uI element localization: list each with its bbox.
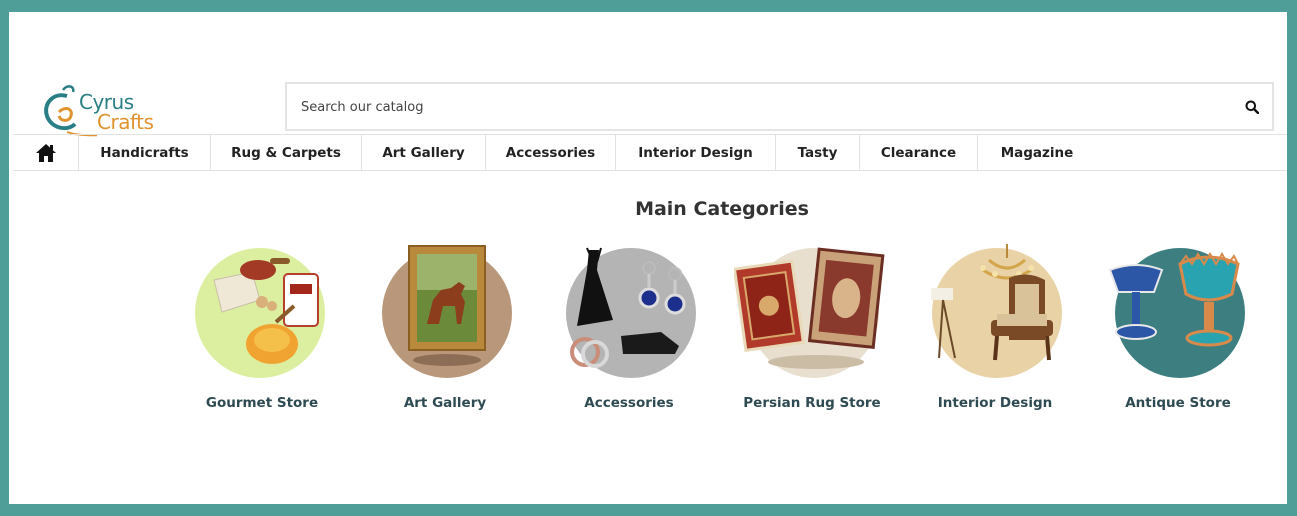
category-accessories[interactable]: Accessories [549,247,709,418]
search-button[interactable] [1242,97,1262,117]
gourmet-image [195,248,325,378]
nav-item-handicrafts[interactable]: Handicrafts [79,135,211,170]
section-title: Main Categories [635,198,809,220]
category-art-gallery[interactable]: Art Gallery [365,245,525,418]
nav-item-rug-carpets[interactable]: Rug & Carpets [211,135,362,170]
category-label: Art Gallery [403,395,487,411]
category-gourmet-store[interactable]: Gourmet Store [182,248,342,418]
brand-name: Cyrus Crafts [79,82,154,134]
search-input[interactable] [301,96,1201,118]
category-image [734,247,885,378]
art-gallery-image [382,245,512,378]
category-image [1108,248,1245,378]
antique-store-image [1108,248,1245,378]
nav-item-label: Rug & Carpets [231,144,341,161]
search-icon [1245,100,1259,114]
nav-item-label: Magazine [1000,144,1074,161]
category-antique-store[interactable]: Antique Store [1098,248,1258,418]
nav-item-tasty[interactable]: Tasty [776,135,860,170]
search-bar [285,82,1274,131]
category-image [381,245,512,378]
category-interior-design[interactable]: Interior Design [915,244,1075,418]
persian-rug-image [734,247,885,378]
nav-item-label: Accessories [505,144,596,161]
category-image [931,244,1062,378]
nav-item-label: Tasty [797,144,838,161]
nav-item-label: Handicrafts [100,144,189,161]
nav-item-label: Clearance [880,144,957,161]
home-icon [35,143,56,162]
nav-item-label: Art Gallery [382,144,465,161]
nav-item-clearance[interactable]: Clearance [860,135,978,170]
category-image [195,248,328,378]
interior-design-image [931,244,1062,378]
nav-item-art-gallery[interactable]: Art Gallery [362,135,486,170]
nav-home[interactable] [13,135,79,170]
nav-item-label: Interior Design [638,144,753,161]
category-persian-rug-store[interactable]: Persian Rug Store [732,247,892,418]
page-frame: Cyrus Crafts Handicrafts Rug & Carpets A… [9,12,1287,504]
category-label: Interior Design [937,395,1053,411]
category-label: Gourmet Store [205,395,319,411]
category-label: Persian Rug Store [743,395,881,411]
nav-item-interior-design[interactable]: Interior Design [616,135,776,170]
category-label: Antique Store [1125,395,1231,411]
nav-item-accessories[interactable]: Accessories [486,135,616,170]
category-label: Accessories [584,395,674,411]
main-nav: Handicrafts Rug & Carpets Art Gallery Ac… [13,134,1287,171]
brand-logo[interactable]: Cyrus Crafts [37,82,177,140]
nav-item-magazine[interactable]: Magazine [978,135,1096,170]
accessories-image [566,247,696,378]
brand-name-line2: Crafts [97,110,154,134]
brand-name-line1: Cyrus [79,90,134,114]
category-image [565,247,696,378]
